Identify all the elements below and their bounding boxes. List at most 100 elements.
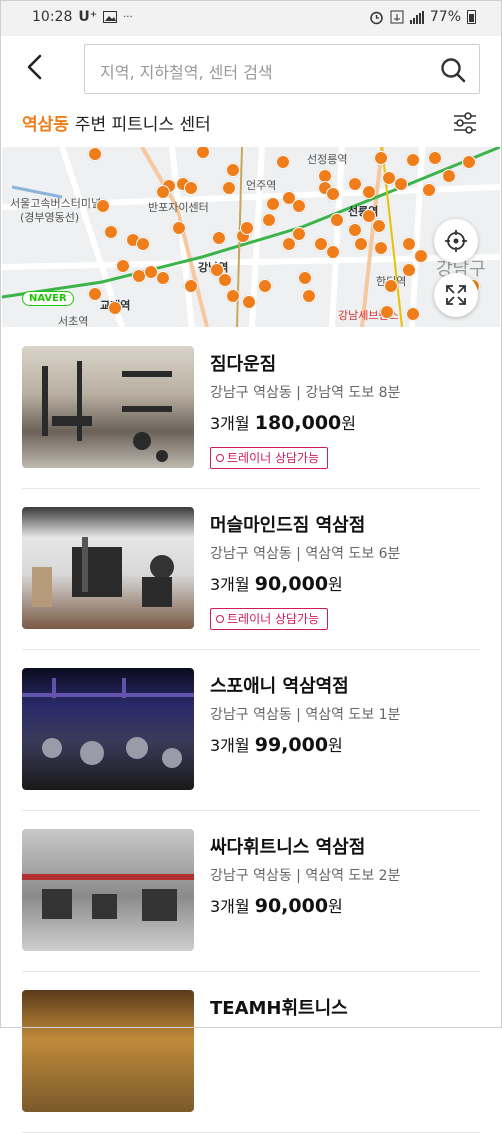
gym-map-pin[interactable] — [428, 151, 442, 165]
status-bar: 10:28 U⁺ ··· 77% — [0, 0, 502, 36]
more-dots-icon: ··· — [123, 11, 133, 23]
gym-map-pin[interactable] — [292, 199, 306, 213]
gym-list: 짐다운짐 강남구 역삼동 | 강남역 도보 8분 3개월 180,000원 트레… — [0, 328, 502, 1133]
gym-map-pin[interactable] — [156, 271, 170, 285]
gym-map-pin[interactable] — [348, 223, 362, 237]
gym-map-pin[interactable] — [348, 177, 362, 191]
gym-map-pin[interactable] — [326, 187, 340, 201]
gym-map-pin[interactable] — [462, 155, 476, 169]
gym-address: 강남구 역삼동 | 역삼역 도보 2분 — [210, 868, 401, 884]
gym-map-pin[interactable] — [374, 151, 388, 165]
gym-map-pin[interactable] — [402, 263, 416, 277]
gym-map-pin[interactable] — [226, 289, 240, 303]
gym-map-pin[interactable] — [172, 221, 186, 235]
my-location-button[interactable] — [434, 219, 478, 263]
location-suffix: 주변 피트니스 센터 — [74, 115, 211, 135]
gym-map-pin[interactable] — [96, 199, 110, 213]
search-icon[interactable] — [439, 56, 467, 84]
gym-map-pin[interactable] — [262, 213, 276, 227]
price-unit: 원 — [328, 897, 343, 916]
gym-map-pin[interactable] — [442, 169, 456, 183]
list-item[interactable]: 스포애니 역삼역점 강남구 역삼동 | 역삼역 도보 1분 3개월 99,000… — [22, 650, 480, 811]
wifi-icon — [390, 10, 404, 24]
battery-icon — [467, 10, 476, 24]
gym-photo[interactable] — [22, 507, 194, 629]
search-input[interactable]: 지역, 지하철역, 센터 검색 — [84, 44, 480, 94]
gym-map-pin[interactable] — [222, 181, 236, 195]
gym-map-pin[interactable] — [380, 305, 394, 319]
gym-name[interactable]: 짐다운짐 — [210, 350, 276, 376]
list-item[interactable]: 싸다휘트니스 역삼점 강남구 역삼동 | 역삼역 도보 2분 3개월 90,00… — [22, 811, 480, 972]
location-title: 역삼동 주변 피트니스 센터 — [22, 110, 211, 135]
gym-map-pin[interactable] — [116, 259, 130, 273]
gym-map-pin[interactable] — [184, 279, 198, 293]
gym-photo[interactable] — [22, 990, 194, 1112]
search-placeholder: 지역, 지하철역, 센터 검색 — [100, 63, 273, 82]
gym-price: 3개월 90,000원 — [210, 893, 343, 917]
gym-map-pin[interactable] — [402, 237, 416, 251]
gym-map-pin[interactable] — [394, 177, 408, 191]
gym-map-pin[interactable] — [372, 219, 386, 233]
price-period: 3개월 — [210, 736, 250, 755]
gym-address: 강남구 역삼동 | 강남역 도보 8분 — [210, 385, 401, 401]
battery-percent: 77% — [429, 9, 461, 25]
gym-map-pin[interactable] — [406, 307, 420, 321]
gym-map-pin[interactable] — [184, 181, 198, 195]
gym-price: 3개월 90,000원 — [210, 571, 343, 595]
price-amount: 90,000 — [254, 895, 329, 917]
gym-map-pin[interactable] — [88, 147, 102, 161]
gym-map-pin[interactable] — [108, 301, 122, 315]
gym-map-pin[interactable] — [326, 245, 340, 259]
expand-icon — [446, 285, 466, 305]
location-area[interactable]: 역삼동 — [22, 115, 69, 135]
gym-map-pin[interactable] — [414, 249, 428, 263]
gym-map-pin[interactable] — [104, 225, 118, 239]
gym-map-pin[interactable] — [226, 163, 240, 177]
status-time: 10:28 — [32, 9, 73, 25]
gym-price: 3개월 180,000원 — [210, 410, 356, 434]
gym-map-pin[interactable] — [298, 271, 312, 285]
gym-name[interactable]: TEAMH휘트니스 — [210, 994, 348, 1020]
list-item[interactable]: 짐다운짐 강남구 역삼동 | 강남역 도보 8분 3개월 180,000원 트레… — [22, 328, 480, 489]
gym-map-pin[interactable] — [276, 155, 290, 169]
gym-photo[interactable] — [22, 346, 194, 468]
gym-map-pin[interactable] — [406, 153, 420, 167]
gym-photo[interactable] — [22, 668, 194, 790]
list-item[interactable]: TEAMH휘트니스 — [22, 972, 480, 1133]
gym-name[interactable]: 스포애니 역삼역점 — [210, 672, 349, 698]
gym-map-pin[interactable] — [258, 279, 272, 293]
back-arrow-icon[interactable] — [20, 52, 50, 82]
expand-map-button[interactable] — [434, 273, 478, 317]
gym-photo[interactable] — [22, 829, 194, 951]
gym-map-pin[interactable] — [384, 279, 398, 293]
trainer-consult-badge: 트레이너 상담가능 — [210, 447, 329, 469]
gym-map-pin[interactable] — [292, 227, 306, 241]
filter-sliders-icon[interactable] — [452, 110, 478, 136]
gym-address: 강남구 역삼동 | 역삼역 도보 1분 — [210, 707, 401, 723]
map-label: 서초역 — [58, 315, 89, 327]
gym-map-pin[interactable] — [302, 289, 316, 303]
gym-map-pin[interactable] — [212, 231, 226, 245]
location-row: 역삼동 주변 피트니스 센터 — [0, 100, 502, 146]
gym-map-pin[interactable] — [240, 221, 254, 235]
gym-name[interactable]: 싸다휘트니스 역삼점 — [210, 833, 365, 859]
gym-map-pin[interactable] — [330, 213, 344, 227]
gym-map-pin[interactable] — [218, 273, 232, 287]
gym-map-pin[interactable] — [156, 185, 170, 199]
map-view[interactable]: 선정릉역 언주역 반포자이센터 서울고속버스터미널 (경부영동선) 강남역 교대… — [2, 147, 500, 327]
gym-map-pin[interactable] — [136, 237, 150, 251]
gym-map-pin[interactable] — [266, 197, 280, 211]
price-unit: 원 — [328, 736, 343, 755]
gym-map-pin[interactable] — [362, 185, 376, 199]
list-item[interactable]: 머슬마인드짐 역삼점 강남구 역삼동 | 역삼역 도보 6분 3개월 90,00… — [22, 489, 480, 650]
signal-icon — [409, 10, 424, 24]
gym-name[interactable]: 머슬마인드짐 역삼점 — [210, 511, 365, 537]
map-label: 선정릉역 — [307, 153, 348, 166]
gym-map-pin[interactable] — [354, 237, 368, 251]
carrier-label: U⁺ — [78, 9, 98, 25]
gym-map-pin[interactable] — [422, 183, 436, 197]
gym-map-pin[interactable] — [242, 295, 256, 309]
gym-map-pin[interactable] — [374, 241, 388, 255]
gym-price: 3개월 99,000원 — [210, 732, 343, 756]
gym-map-pin[interactable] — [88, 287, 102, 301]
